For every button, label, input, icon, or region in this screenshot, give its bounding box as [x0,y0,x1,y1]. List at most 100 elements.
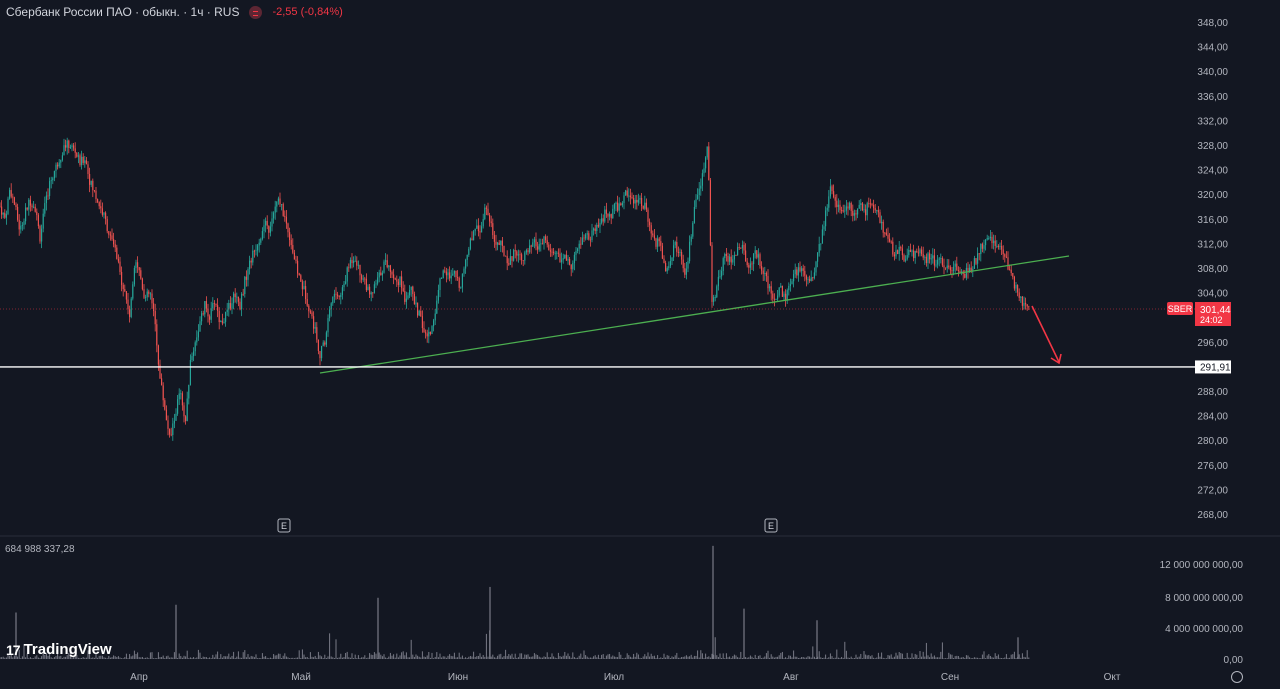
candle-body [106,219,108,232]
candle-body [255,250,257,252]
candle-body [743,244,745,251]
volume-bar [146,657,148,659]
candle-body [380,272,382,276]
candle-body [428,331,430,337]
tradingview-logo[interactable]: 17 TradingView [6,641,112,658]
candle-body [21,225,23,226]
candle-body [137,262,139,268]
candle-body [602,218,604,222]
candle-body [66,140,68,148]
candle-body [769,286,771,289]
candle-body [58,162,60,167]
candle-body [511,256,513,261]
volume-bar [738,657,740,659]
volume-bar [844,641,846,659]
volume-bar [135,653,137,659]
candle-body [44,203,46,214]
volume-bar [732,656,734,659]
candle-body [660,241,662,246]
candle-body [196,337,198,343]
volume-bar [490,656,492,659]
volume-bar [869,656,871,659]
volume-bar [927,655,929,659]
volume-bar [473,651,475,659]
trendline[interactable] [319,255,1070,374]
candle-body [765,272,767,277]
ticker-badge: SBER [1167,302,1193,315]
candle-body [287,223,289,233]
candle-body [356,260,358,266]
volume-bar [906,652,908,659]
candle-body [7,198,9,214]
candle-body [404,291,406,302]
candle-body [1017,284,1019,293]
candle-body [737,247,739,256]
candle-body [802,268,804,271]
candle-body [916,251,918,253]
candle-body [895,250,897,257]
settings-icon[interactable] [1231,671,1243,683]
event-markers[interactable]: EE [277,518,778,533]
volume-bar [593,656,595,659]
candle-body [385,260,387,262]
candle-body [572,263,574,270]
candle-body [225,311,227,322]
status-icon[interactable] [249,5,263,19]
volume-bar [212,654,214,659]
ticker-label: SBER [1168,304,1193,314]
candle-body [132,284,134,299]
price-axis[interactable]: 348,00 344,00 340,00 336,00 332,00 328,00 324,… [1197,18,1228,521]
volume-bar [455,657,457,659]
candle-body [532,242,534,247]
candle-body [820,243,822,245]
volume-bar [413,656,415,659]
volume-bar [202,656,204,659]
volume-bar [132,655,134,659]
volume-bar [884,658,886,659]
volume-bar [279,653,281,659]
candle-body [346,267,348,282]
candle-body [305,286,307,300]
volume-bar [773,657,775,659]
candle-body [41,228,43,242]
volume-bar [209,657,211,659]
candle-body [273,212,275,219]
candle-body [589,239,591,241]
volume-bar [761,658,763,659]
volume-bar [727,657,729,659]
volume-bar [889,655,891,659]
volume-bar [468,656,470,659]
symbol-title[interactable]: Сбербанк России ПАО · обыкн. · 1ч · RUS [6,5,239,19]
candle-body [50,180,52,182]
candle-body [426,333,428,337]
candle-body [65,145,67,148]
candle-body [855,213,857,215]
time-axis[interactable]: Апр Май Июн Июл Авг Сен Окт [130,672,1121,683]
tradingview-logo-icon: 17 [6,641,21,658]
candle-body [897,250,899,255]
volume-bar [913,657,915,659]
earnings-event-marker[interactable]: E [764,518,778,533]
volume-bar [712,545,714,659]
candle-body [596,224,598,232]
candle-body [721,270,723,277]
volume-bar [879,656,881,659]
volume-bar [317,651,319,659]
candle-body [313,316,315,329]
volume-bar [369,653,371,659]
earnings-event-marker[interactable]: E [277,518,291,533]
volume-bar [876,657,878,659]
volume-bar [162,655,164,659]
candle-body [849,203,851,209]
candle-body [839,204,841,211]
candle-body [988,238,990,239]
volume-series [0,545,1030,659]
price-chart[interactable]: 348,00 344,00 340,00 336,00 332,00 328,00 324,… [0,0,1280,689]
candle-body [266,220,268,226]
volume-bar [689,656,691,659]
volume-bar [626,653,628,659]
volume-bar [786,658,788,659]
candle-body [450,275,452,279]
volume-bar [348,657,350,659]
down-arrow[interactable] [1031,305,1062,365]
